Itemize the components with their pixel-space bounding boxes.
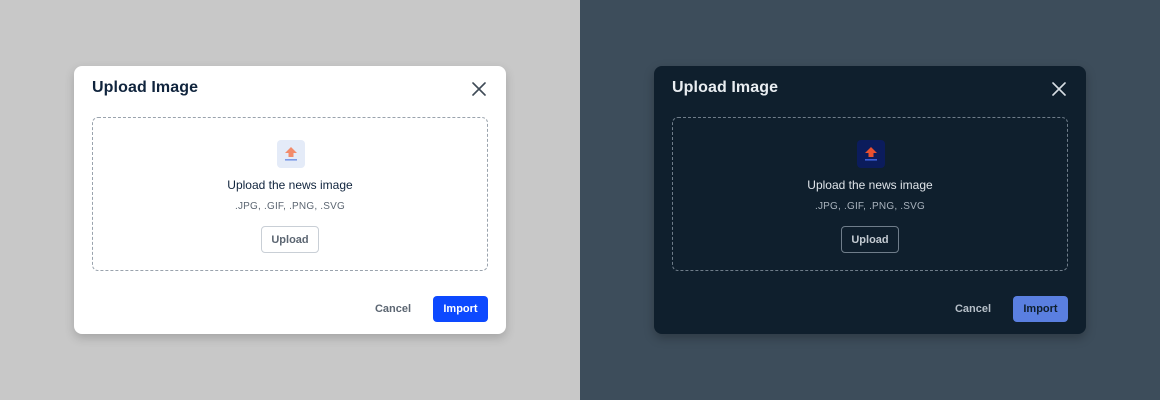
close-icon[interactable] <box>1050 80 1068 98</box>
upload-button[interactable]: Upload <box>261 226 319 253</box>
cancel-button[interactable]: Cancel <box>944 296 1002 322</box>
upload-image-dialog-dark: Upload Image Upload the news image .JPG,… <box>654 66 1086 334</box>
dropzone-title: Upload the news image <box>227 178 353 192</box>
dropzone-title: Upload the news image <box>807 178 933 192</box>
upload-arrow-icon <box>277 140 305 168</box>
close-icon[interactable] <box>470 80 488 98</box>
import-button[interactable]: Import <box>1013 296 1068 322</box>
accepted-formats: .JPG, .GIF, .PNG, .SVG <box>235 201 345 212</box>
upload-button[interactable]: Upload <box>841 226 899 253</box>
dark-theme-panel: Upload Image Upload the news image .JPG,… <box>580 0 1160 400</box>
file-dropzone[interactable]: Upload the news image .JPG, .GIF, .PNG, … <box>92 117 488 271</box>
cancel-button[interactable]: Cancel <box>364 296 422 322</box>
dialog-title: Upload Image <box>92 79 199 96</box>
upload-image-dialog-light: Upload Image Upload the news image .JPG,… <box>74 66 506 334</box>
import-button[interactable]: Import <box>433 296 488 322</box>
dialog-title: Upload Image <box>672 79 779 96</box>
upload-arrow-icon <box>857 140 885 168</box>
file-dropzone[interactable]: Upload the news image .JPG, .GIF, .PNG, … <box>672 117 1068 271</box>
accepted-formats: .JPG, .GIF, .PNG, .SVG <box>815 201 925 212</box>
light-theme-panel: Upload Image Upload the news image .JPG,… <box>0 0 580 400</box>
